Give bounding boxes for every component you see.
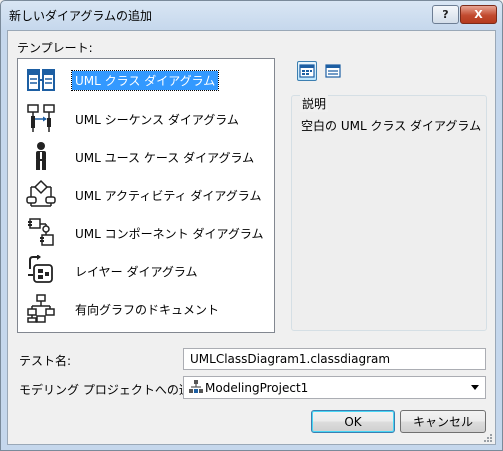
template-item-label: UML シーケンス ダイアグラム (75, 113, 239, 127)
project-dropdown[interactable]: ModelingProject1 (183, 376, 486, 399)
description-legend: 説明 (300, 95, 329, 112)
resize-grip-icon[interactable] (483, 432, 493, 442)
template-item-layer-diagram[interactable]: レイヤー ダイアグラム (21, 253, 271, 287)
project-value: ModelingProject1 (205, 381, 309, 395)
use-case-diagram-icon (26, 141, 56, 171)
small-icons-view-button[interactable] (323, 61, 343, 81)
template-item-label: UML コンポーネント ダイアグラム (75, 227, 264, 241)
ok-button[interactable]: OK (311, 410, 395, 433)
name-field-value: UMLClassDiagram1.classdiagram (190, 352, 391, 366)
template-item-label: レイヤー ダイアグラム (75, 265, 198, 279)
template-item-use-case-diagram[interactable]: UML ユース ケース ダイアグラム (21, 139, 271, 173)
class-diagram-icon (26, 65, 56, 95)
dialog-window: 新しいダイアグラムの追加 ? X テンプレート: UML クラス ダイアグラム … (0, 0, 503, 451)
dialog-title: 新しいダイアグラムの追加 (9, 9, 153, 23)
templates-label: テンプレート: (17, 41, 93, 55)
template-item-class-diagram[interactable]: UML クラス ダイアグラム (21, 63, 271, 97)
help-button[interactable]: ? (432, 5, 459, 24)
project-label: モデリング プロジェクトへの追加: (19, 383, 207, 397)
title-bar[interactable]: 新しいダイアグラムの追加 ? X (1, 1, 502, 29)
modeling-project-icon (189, 380, 203, 394)
layer-diagram-icon (26, 254, 56, 285)
template-item-directed-graph[interactable]: 有向グラフのドキュメント (21, 291, 271, 325)
name-label: テスト名: (19, 354, 72, 368)
name-field[interactable]: UMLClassDiagram1.classdiagram (183, 348, 486, 370)
directed-graph-icon (26, 293, 56, 323)
template-item-label: UML クラス ダイアグラム (70, 70, 220, 91)
template-item-label: UML ユース ケース ダイアグラム (75, 151, 255, 165)
activity-diagram-icon (26, 179, 56, 209)
description-panel: 説明 空白の UML クラス ダイアグラム (291, 95, 487, 331)
cancel-button[interactable]: キャンセル (400, 410, 486, 433)
template-item-label: 有向グラフのドキュメント (75, 303, 220, 317)
close-button[interactable]: X (460, 5, 497, 24)
template-item-activity-diagram[interactable]: UML アクティビティ ダイアグラム (21, 177, 271, 211)
template-list[interactable]: UML クラス ダイアグラム UML シーケンス ダイアグラム UML ユース … (17, 58, 275, 333)
chevron-down-icon[interactable] (471, 385, 479, 390)
sequence-diagram-icon (26, 103, 56, 133)
template-item-sequence-diagram[interactable]: UML シーケンス ダイアグラム (21, 101, 271, 135)
large-icons-view-button[interactable] (297, 61, 317, 81)
dialog-body: テンプレート: UML クラス ダイアグラム UML シーケンス ダイアグラム … (7, 30, 496, 445)
template-item-label: UML アクティビティ ダイアグラム (75, 189, 262, 203)
description-text: 空白の UML クラス ダイアグラム (301, 119, 482, 133)
template-item-component-diagram[interactable]: UML コンポーネント ダイアグラム (21, 215, 271, 249)
component-diagram-icon (26, 217, 56, 247)
